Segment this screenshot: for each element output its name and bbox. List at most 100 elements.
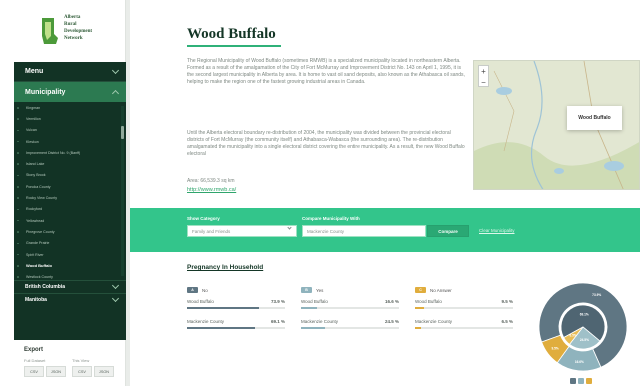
- sidebar-item-municipality[interactable]: Vulcan: [14, 125, 126, 136]
- province-item-manitoba[interactable]: Manitoba: [14, 293, 126, 306]
- stat-column: B Yes Wood Buffalo 16.6 % Mackenzie County 24…: [301, 286, 399, 334]
- logo-line: Development: [64, 29, 93, 34]
- logo-line: Alberta: [64, 15, 81, 20]
- sidebar-item-municipality[interactable]: Vermilion: [14, 113, 126, 124]
- category-value: Family and Friends: [192, 228, 231, 234]
- description-paragraph: The Regional Municipality of Wood Buffal…: [187, 58, 465, 85]
- stat-bar-track: [415, 307, 513, 309]
- export-full-dataset-label: Full Dataset: [24, 358, 46, 363]
- municipality-list: Kingman Vermilion Vulcan Kleskun Improvement…: [14, 102, 126, 280]
- compare-value: Mackenzie County: [307, 228, 345, 234]
- compare-button[interactable]: Compare: [427, 225, 469, 237]
- sidebar-item-municipality[interactable]: Island Lake: [14, 158, 126, 169]
- stat-row: Wood Buffalo 9.5 %: [415, 294, 513, 314]
- stat-column: C No Answer Wood Buffalo 9.5 % Mackenzie Cou…: [415, 286, 513, 334]
- pie-slice-label: 16.6%: [575, 360, 584, 364]
- logo-text: Alberta Rural Development Network: [64, 14, 92, 42]
- sidebar-item-municipality[interactable]: Improvement District No. 9 (Banff): [14, 147, 126, 158]
- menu-toggle[interactable]: Menu: [14, 62, 126, 82]
- stat-bar-track: [301, 307, 399, 309]
- pager-dot[interactable]: [578, 378, 584, 384]
- municipality-label: Municipality: [25, 88, 66, 96]
- stat-bar-fill: [415, 327, 422, 329]
- map-popup-label: Wood Buffalo: [567, 106, 622, 130]
- stat-value: 6.5 %: [501, 319, 513, 324]
- pie-slice-label: 69.1%: [580, 312, 589, 316]
- category-select[interactable]: Family and Friends: [187, 225, 297, 237]
- export-view-json-button[interactable]: JSON: [94, 366, 114, 377]
- stat-label: No Answer: [430, 287, 452, 293]
- stat-column: A No Wood Buffalo 73.9 % Mackenzie County 69.…: [187, 286, 285, 334]
- municipality-toggle[interactable]: Municipality: [14, 82, 126, 102]
- sidebar-item-municipality[interactable]: Wood Buffalo: [14, 260, 126, 271]
- stat-value: 24.5 %: [384, 319, 399, 324]
- export-full-csv-button[interactable]: CSV: [24, 366, 44, 377]
- pager-dot[interactable]: [570, 378, 576, 384]
- chart-pager: [570, 378, 592, 384]
- show-category-label: Show Category: [187, 216, 220, 221]
- sidebar-item-municipality[interactable]: Ponoka County: [14, 181, 126, 192]
- sidebar-item-municipality[interactable]: Kleskun: [14, 136, 126, 147]
- zoom-out-button[interactable]: −: [481, 77, 486, 88]
- stat-pill: B: [301, 287, 312, 293]
- stat-pill: C: [415, 287, 426, 293]
- area-text: Area: 66,539.3 sq km: [187, 178, 235, 184]
- website-link[interactable]: http://www.rmwb.ca/: [187, 187, 236, 193]
- stat-pill: A: [187, 287, 198, 293]
- pager-dot[interactable]: [586, 378, 592, 384]
- stat-value: 9.5 %: [501, 299, 513, 304]
- sidebar-item-municipality[interactable]: Kingman: [14, 102, 126, 113]
- stat-bar-fill: [187, 327, 255, 329]
- stat-bar-fill: [301, 327, 325, 329]
- description-paragraph: Until the Alberta electoral boundary re-…: [187, 130, 465, 157]
- sidebar-item-municipality[interactable]: Yellowhead: [14, 215, 126, 226]
- pie-slice-label: 73.9%: [592, 293, 601, 297]
- stat-label: Yes: [316, 287, 324, 293]
- compare-input[interactable]: Mackenzie County: [302, 225, 426, 237]
- compare-label: Compare Municipality With: [302, 216, 360, 221]
- stat-label: No: [202, 287, 208, 293]
- stat-value: 16.6 %: [384, 299, 399, 304]
- sidebar-item-municipality[interactable]: Spirit River: [14, 249, 126, 260]
- sidebar-item-municipality[interactable]: Rockyford: [14, 204, 126, 215]
- chevron-down-icon: [287, 225, 292, 230]
- zoom-in-button[interactable]: +: [481, 66, 486, 77]
- sidebar-item-municipality[interactable]: Grande Prairie: [14, 238, 126, 249]
- export-full-json-button[interactable]: JSON: [46, 366, 66, 377]
- sidebar-item-municipality[interactable]: Stony Brook: [14, 170, 126, 181]
- menu-label: Menu: [25, 68, 44, 75]
- section-title: Pregnancy In Household: [187, 264, 264, 271]
- province-label: Manitoba: [25, 297, 47, 303]
- logo-line: Rural: [64, 22, 77, 27]
- province-item-british-columbia[interactable]: British Columbia: [14, 280, 126, 293]
- stat-bar-track: [415, 327, 513, 329]
- stat-bar-fill: [301, 307, 318, 309]
- logo[interactable]: Alberta Rural Development Network: [36, 12, 98, 50]
- stat-row: Mackenzie County 69.1 %: [187, 314, 285, 334]
- stat-row: Wood Buffalo 73.9 %: [187, 294, 285, 314]
- clear-municipality-link[interactable]: Clear Municipality: [479, 228, 515, 233]
- stat-row: Mackenzie County 6.5 %: [415, 314, 513, 334]
- stat-tag: A No: [187, 286, 285, 294]
- sidebar-item-municipality[interactable]: Rocky View County: [14, 192, 126, 203]
- export-panel: Export Full Dataset This View CSV JSON C…: [24, 347, 114, 377]
- stat-bar-track: [187, 327, 285, 329]
- stat-value: 73.9 %: [270, 299, 285, 304]
- stat-tag: B Yes: [301, 286, 399, 294]
- sidebar-item-municipality[interactable]: Pinegrove County: [14, 226, 126, 237]
- alberta-logo-icon: [42, 18, 58, 44]
- stat-name: Mackenzie County: [415, 319, 453, 324]
- chevron-up-icon: [111, 89, 120, 98]
- sidebar-item-municipality[interactable]: Westlock County: [14, 271, 126, 280]
- map[interactable]: + − Wood Buffalo: [473, 60, 640, 190]
- app-root: Alberta Rural Development Network Menu M…: [0, 0, 640, 386]
- stat-bar-fill: [415, 307, 425, 309]
- logo-line: Network: [64, 36, 83, 41]
- province-label: British Columbia: [25, 284, 66, 290]
- title-underline: [187, 45, 281, 47]
- pie-slice-label: 6.5%: [569, 334, 576, 338]
- main-content: Wood Buffalo The Regional Municipality o…: [130, 0, 640, 386]
- stat-bar-track: [301, 327, 399, 329]
- filter-bar: Show Category Family and Friends Compare…: [130, 208, 640, 252]
- export-view-csv-button[interactable]: CSV: [72, 366, 92, 377]
